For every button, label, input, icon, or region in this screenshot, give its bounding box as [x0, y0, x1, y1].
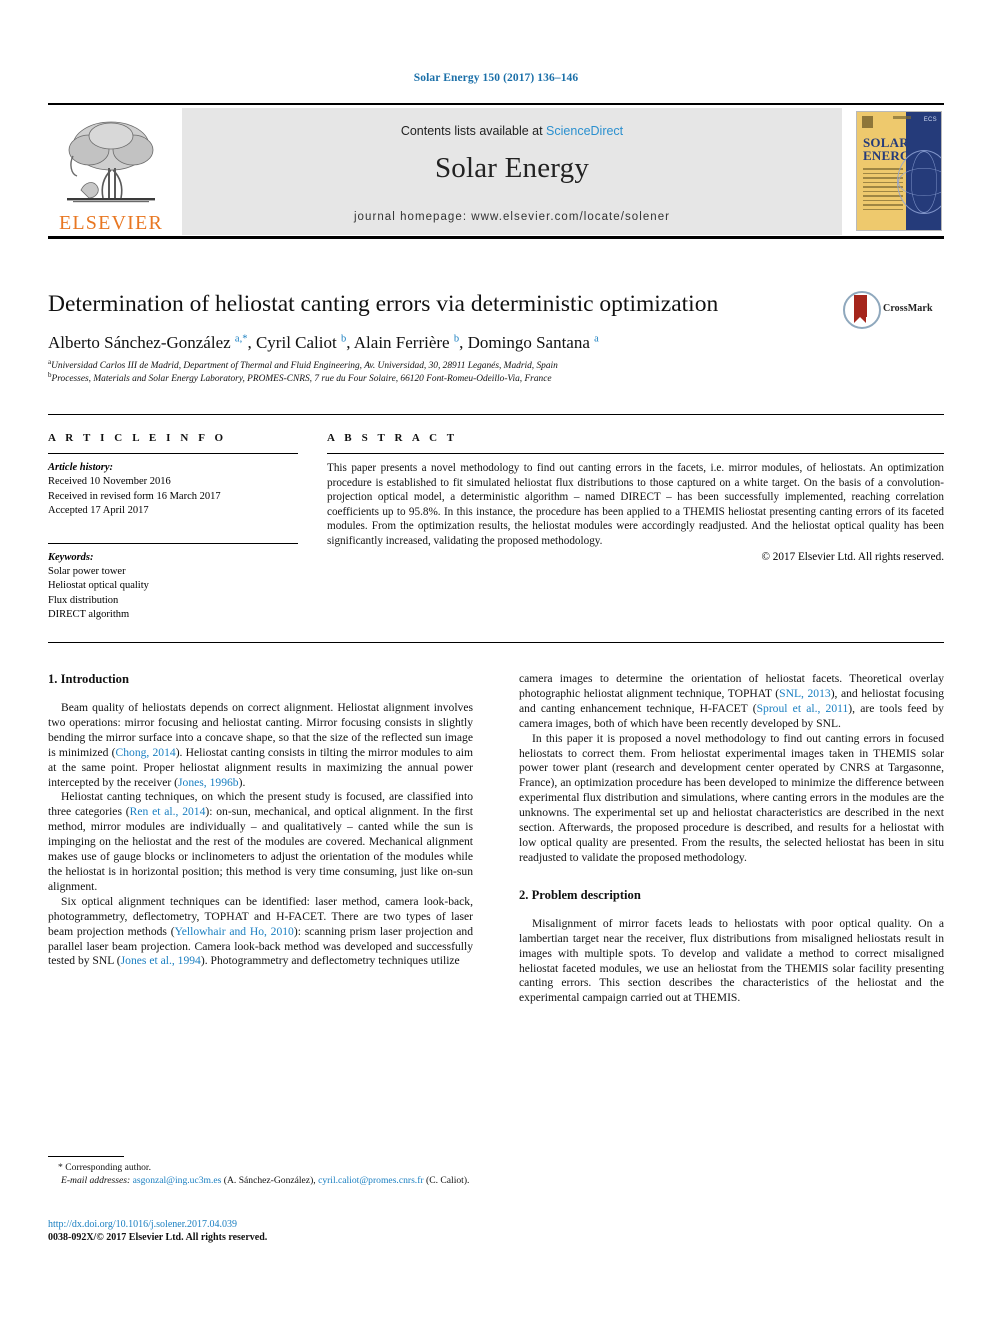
affiliations: aUniversidad Carlos III de Madrid, Depar…: [48, 357, 938, 385]
abstract-text: This paper presents a novel methodology …: [327, 462, 944, 547]
abstract-rule: [327, 453, 944, 454]
doi-block: http://dx.doi.org/10.1016/j.solener.2017…: [48, 1218, 473, 1245]
paper-page: Solar Energy 150 (2017) 136–146 ELSEVIER…: [0, 0, 992, 1323]
elsevier-wordmark: ELSEVIER: [58, 212, 164, 234]
affiliation-b-text: Processes, Materials and Solar Energy La…: [51, 373, 552, 384]
affiliation-a-text: Universidad Carlos III de Madrid, Depart…: [51, 361, 558, 371]
issn-copyright: 0038-092X/© 2017 Elsevier Ltd. All right…: [48, 1232, 268, 1244]
email-addresses: E-mail addresses: asgonzal@ing.uc3m.es (…: [61, 1175, 470, 1187]
citation-link[interactable]: Jones et al., 1994: [121, 954, 201, 967]
paragraph: camera images to determine the orientati…: [519, 672, 945, 730]
abstract-column: A B S T R A C T This paper presents a no…: [327, 432, 944, 565]
article-info-rule: [48, 453, 298, 454]
paragraph: Misalignment of mirror facets leads to h…: [519, 916, 944, 1005]
paragraph: In this paper it is proposed a novel met…: [519, 731, 944, 864]
crossmark-icon: [843, 291, 881, 329]
paragraph: Six optical alignment techniques can be …: [48, 894, 473, 968]
citation-link[interactable]: SNL, 2013: [779, 687, 831, 700]
crossmark-badge[interactable]: CrossMark: [843, 291, 943, 331]
article-history-item: Received 10 November 2016: [48, 476, 171, 488]
cover-globe-icon: [897, 150, 941, 214]
keyword-item: Solar power tower: [48, 566, 126, 578]
corresponding-author-note: * Corresponding author.: [58, 1162, 151, 1173]
page-title: Determination of heliostat canting error…: [48, 291, 719, 317]
cover-ecs-badge: ECS: [923, 117, 937, 123]
keywords-label: Keywords:: [48, 551, 94, 563]
paragraph: Beam quality of heliostats depends on co…: [48, 701, 473, 789]
author-list: Alberto Sánchez-González a,*, Cyril Cali…: [48, 333, 599, 352]
affiliation-a: aUniversidad Carlos III de Madrid, Depar…: [48, 357, 558, 371]
contents-available-line: Contents lists available at ScienceDirec…: [182, 124, 842, 138]
doi-link[interactable]: http://dx.doi.org/10.1016/j.solener.2017…: [48, 1218, 473, 1231]
article-info-column: A R T I C L E I N F O Article history: R…: [48, 432, 298, 623]
footnote-rule: [48, 1156, 124, 1157]
journal-masthead: ELSEVIER Contents lists available at Sci…: [48, 103, 944, 235]
contents-prefix: Contents lists available at: [400, 124, 547, 138]
cover-elsevier-mark: [862, 116, 873, 128]
abstract-heading: A B S T R A C T: [327, 432, 458, 444]
article-history-item: Accepted 17 April 2017: [48, 505, 149, 517]
crossmark-label: CrossMark: [883, 303, 933, 314]
elsevier-logo: ELSEVIER: [48, 108, 174, 235]
article-history-label: Article history:: [48, 462, 114, 473]
journal-title: Solar Energy: [434, 152, 590, 184]
body-column-right: camera images to determine the orientati…: [519, 672, 944, 1006]
email-link[interactable]: cyril.caliot@promes.cnrs.fr: [318, 1175, 424, 1186]
masthead-bottom-rule: [48, 236, 944, 239]
journal-cover-image: ECS SOLAR ENERGY: [856, 111, 942, 231]
info-section-bottom-rule: [48, 642, 944, 643]
journal-homepage-line[interactable]: journal homepage: www.elsevier.com/locat…: [182, 211, 842, 223]
contents-band: Contents lists available at ScienceDirec…: [182, 108, 842, 235]
section-heading-introduction: 1. Introduction: [48, 672, 129, 686]
sciencedirect-link[interactable]: ScienceDirect: [546, 124, 623, 138]
email-link[interactable]: asgonzal@ing.uc3m.es: [133, 1175, 222, 1186]
citation-link[interactable]: Yellowhair and Ho, 2010: [175, 925, 294, 938]
elsevier-tree-icon: [59, 116, 163, 212]
section-heading-problem-description: 2. Problem description: [519, 887, 641, 902]
body-column-left: 1. Introduction Beam quality of heliosta…: [48, 672, 473, 969]
journal-cover: ECS SOLAR ENERGY: [850, 108, 944, 235]
keyword-item: Flux distribution: [48, 594, 119, 606]
running-head: Solar Energy 150 (2017) 136–146: [413, 72, 579, 84]
keyword-item: Heliostat optical quality: [48, 580, 149, 592]
citation-link[interactable]: Sproul et al., 2011: [757, 702, 849, 715]
keywords-rule: [48, 542, 298, 544]
paragraph: Heliostat canting techniques, on which t…: [48, 790, 473, 893]
affiliation-b: bProcesses, Materials and Solar Energy L…: [48, 370, 552, 384]
citation-link[interactable]: Ren et al., 2014: [130, 805, 206, 818]
footnote-block: * Corresponding author. E-mail addresses…: [48, 1162, 473, 1188]
abstract-copyright: © 2017 Elsevier Ltd. All rights reserved…: [761, 550, 945, 563]
info-section-top-rule: [48, 414, 944, 415]
citation-link[interactable]: Chong, 2014: [116, 746, 176, 759]
article-history-item: Received in revised form 16 March 2017: [48, 490, 221, 502]
keyword-item: DIRECT algorithm: [48, 609, 130, 621]
citation-link[interactable]: Jones, 1996b: [178, 776, 239, 789]
article-info-heading: A R T I C L E I N F O: [48, 432, 227, 444]
